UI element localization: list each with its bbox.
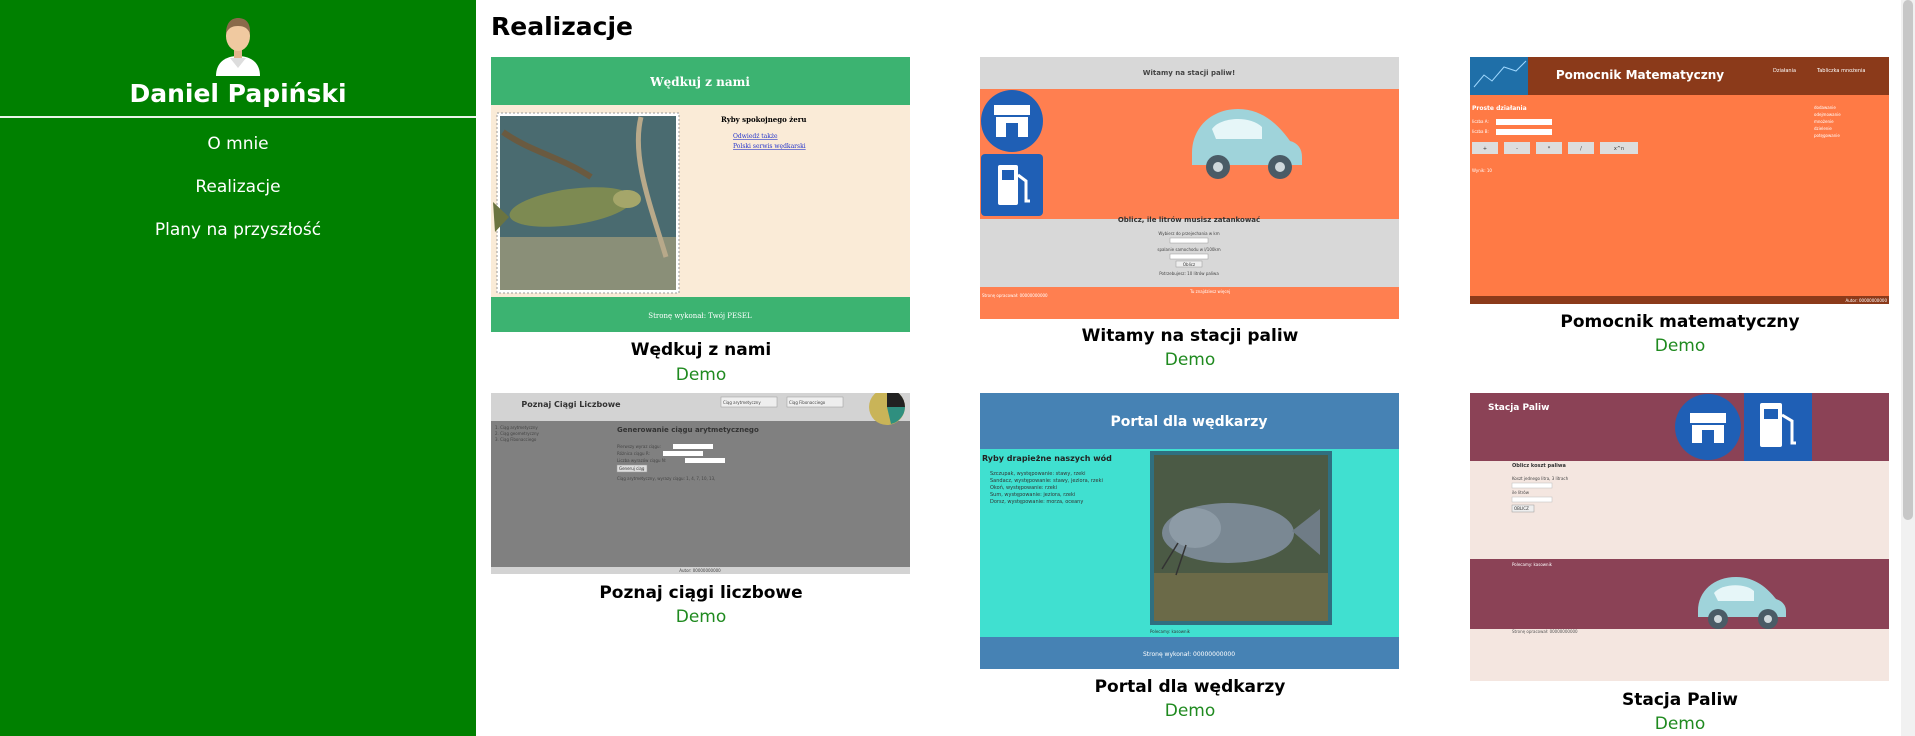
thumb-list-item: dodawanie [1814,105,1836,110]
scrollbar-thumb[interactable] [1903,0,1913,520]
project-title: Stacja Paliw [1622,690,1738,710]
thumb-list-item: Sum, występowanie: jeziora, rzeki [990,492,1075,498]
thumb-list-item: Okoń, występowanie: rzeki [990,484,1057,491]
thumb-list-heading: Ryby spokojnego żeru [721,115,806,124]
thumb-list-item: Szczupak, występowanie: stawy, rzeki [990,471,1086,477]
thumb-menu-item: 3. Ciąg Fibonacciego [495,437,537,442]
project-demo-link[interactable]: Demo [1470,335,1890,357]
thumb-field-label: spalanie samochodu w l/100km [1157,247,1220,252]
thumb-header: Witamy na stacji paliw! [1143,69,1235,77]
project-title: Poznaj ciągi liczbowe [599,583,803,603]
project-demo-link[interactable]: Demo [980,349,1400,371]
project-thumbnail-sequences[interactable]: Poznaj Ciągi Liczbowe Ciąg arytmetyczny … [491,393,910,574]
thumb-menu-item: 2. Ciąg geometryczny [495,431,539,436]
thumb-field-label: Pierwszy wyraz ciągu: [617,444,661,449]
thumb-field-label: liczba B: [1472,129,1489,134]
project-title: Witamy na stacji paliw [1081,326,1299,346]
thumb-tab: Ciąg Fibonacciego [789,400,826,405]
nav-item-projects[interactable]: Realizacje [0,176,476,198]
nav-item-future-plans[interactable]: Plany na przyszłość [0,219,476,241]
thumb-tab: Ciąg arytmetyczny [723,400,761,405]
project-demo-link[interactable]: Demo [491,606,911,628]
project-demo-link[interactable]: Demo [491,364,911,386]
thumb-button: - [1516,146,1518,152]
fuel-pump-icon [981,154,1043,216]
thumb-link: Odwiedź także [733,133,778,140]
thumb-list-item: dzielenie [1814,126,1832,131]
thumb-header: Pomocnik Matematyczny [1556,68,1724,82]
store-icon [981,90,1043,152]
thumb-list-item: Dorsz, występowanie: morza, oceany [990,499,1083,505]
thumb-footer: Stronę wykonał: Twój PESEL [648,312,752,320]
thumb-nav: Tabliczka mnożenia [1816,68,1866,74]
nav-item-about[interactable]: O mnie [0,133,476,155]
project-thumbnail-gas-station[interactable]: Stacja Paliw Oblicz koszt paliwa Koszt j… [1470,393,1889,681]
thumb-link: Polecamy: kasownik [1150,629,1191,634]
thumb-button: x^n [1614,146,1624,152]
thumb-field-label: liczba A: [1472,119,1489,124]
thumb-nav: Działania [1773,68,1796,74]
thumb-footer: Autor: 00000000000 [679,568,721,573]
project-title: Portal dla wędkarzy [1094,677,1286,697]
thumb-footer: Stronę wykonał: 00000000000 [1143,651,1235,658]
thumb-field-label: Koszt jednego litra, 3 litrach [1512,476,1569,481]
thumb-link: Polski serwis wędkarski [733,143,806,150]
thumb-button: + [1483,146,1487,152]
site-owner-name: Daniel Papiński [129,79,347,108]
thumb-header: Wędkuj z nami [649,75,750,89]
store-icon [1675,394,1741,460]
thumb-calc-title: Oblicz, ile litrów musisz zatankować [1118,216,1260,224]
thumb-section: Generowanie ciągu arytmetycznego [617,426,759,434]
thumb-result: Ciąg arytmetyczny, wyrazy ciągu: 1, 4, 7… [617,476,715,481]
thumb-list-item: mnożenie [1814,119,1834,124]
project-title: Pomocnik matematyczny [1560,312,1800,332]
thumb-result: Potrzebujesz: 10 litrów paliwa [1159,271,1219,276]
project-demo-link[interactable]: Demo [1470,713,1890,735]
thumb-menu-item: 1. Ciąg arytmetyczny [495,425,538,430]
thumb-header: Poznaj Ciągi Liczbowe [521,400,621,409]
thumb-list-item: odejmowanie [1814,112,1841,117]
page-title: Realizacje [491,12,633,41]
thumb-field-label: Różnica ciągu R: [617,451,650,456]
thumb-section: Ryby drapieżne naszych wód [982,453,1112,463]
thumb-result: Wynik: 10 [1472,168,1492,173]
page-scrollbar[interactable] [1901,0,1915,736]
thumb-footer: Autor: 00000000000 [1846,298,1888,303]
thumb-button: OBLICZ [1514,506,1529,511]
project-demo-link[interactable]: Demo [980,700,1400,722]
project-thumbnail-fishing[interactable]: Wędkuj z nami Ryby spokojnego żeru Odwie… [491,57,910,332]
project-title: Wędkuj z nami [630,340,772,360]
thumb-footer: Stronę opracował: 00000000000 [982,293,1048,298]
thumb-button: Generuj ciąg [619,466,645,471]
thumb-header: Portal dla wędkarzy [1110,414,1267,430]
thumb-link: Polecamy: kasownik [1512,562,1553,567]
project-thumbnail-anglers-portal[interactable]: Portal dla wędkarzy Ryby drapieżne naszy… [980,393,1399,669]
thumb-footer: Stronę opracował: 00000000000 [1512,629,1578,634]
thumb-header: Stacja Paliw [1488,403,1549,413]
thumb-field-label: ile litrów [1512,490,1530,495]
thumb-field-label: Wybierz do przejechania w km [1158,231,1219,236]
fuel-pump-icon [1744,393,1812,461]
avatar [216,18,260,76]
sidebar-divider [0,116,476,118]
thumb-section: Oblicz koszt paliwa [1512,463,1566,469]
project-thumbnail-fuel-station[interactable]: Witamy na stacji paliw! Oblicz, ile litr… [980,57,1399,319]
thumb-section: Proste działania [1472,105,1527,112]
thumb-list-item: potęgowanie [1814,133,1840,138]
thumb-footer: Tu znajdziesz więcej [1189,289,1230,294]
sidebar: Daniel Papiński O mnie Realizacje Plany … [0,0,476,736]
thumb-button: Oblicz [1183,262,1195,267]
thumb-list-item: Sandacz, występowanie: stawy, jeziora, r… [990,478,1103,484]
project-thumbnail-math-helper[interactable]: Pomocnik Matematyczny Działania Tabliczk… [1470,57,1889,304]
thumb-field-label: Liczba wyrazów ciągu N: [617,458,666,463]
